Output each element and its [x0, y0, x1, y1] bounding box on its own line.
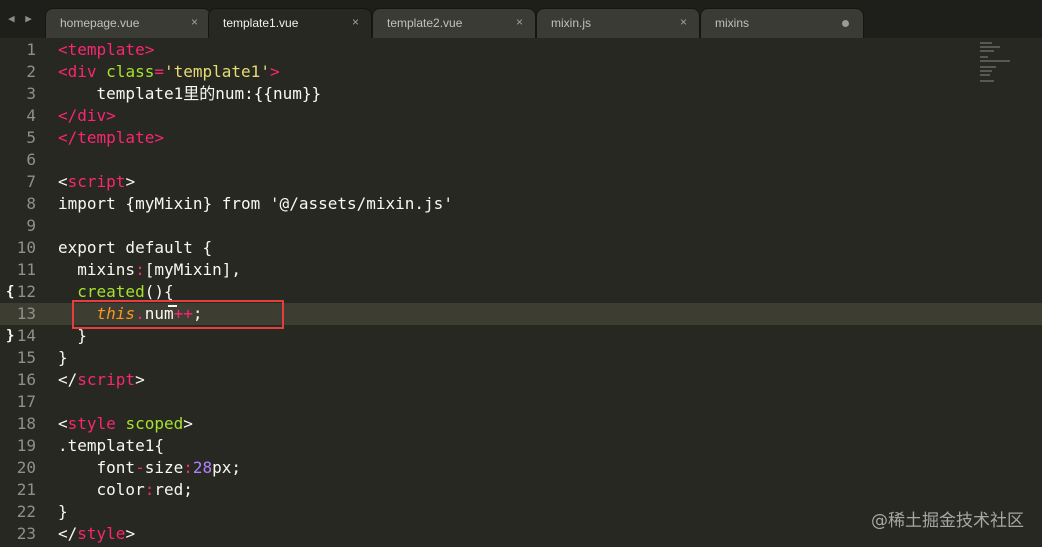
tab-label: mixin.js: [551, 16, 592, 30]
line-number: 8: [26, 194, 36, 213]
line-number: 3: [26, 84, 36, 103]
tab-bar: ◀ ▶ homepage.vue × template1.vue × template2…: [0, 0, 1042, 38]
tab-template1-vue[interactable]: template1.vue ×: [208, 8, 372, 38]
code-line[interactable]: 1 <template>: [0, 39, 1042, 61]
unsaved-dot-icon[interactable]: [842, 20, 849, 27]
close-icon[interactable]: ×: [191, 15, 198, 29]
tab-label: template2.vue: [387, 16, 463, 30]
close-icon[interactable]: ×: [352, 15, 359, 29]
line-number: 22: [16, 502, 36, 521]
code-line[interactable]: 6: [0, 149, 1042, 171]
code-line[interactable]: 17: [0, 391, 1042, 413]
code-line[interactable]: 2 <div class='template1'>: [0, 61, 1042, 83]
code-line[interactable]: 15}: [0, 347, 1042, 369]
code-text: </template>: [58, 128, 164, 147]
line-number: 20: [16, 458, 36, 477]
code-line[interactable]: 5 </template>: [0, 127, 1042, 149]
line-number: 7: [26, 172, 36, 191]
code-text: font-size:28px;: [58, 458, 242, 477]
fold-marker-icon[interactable]: {: [6, 281, 14, 303]
tab-nav-arrows-icon[interactable]: ◀ ▶: [8, 12, 34, 25]
code-text: </script>: [58, 370, 145, 389]
line-number: 9: [26, 216, 36, 235]
code-text: <div class='template1'>: [58, 62, 280, 81]
line-number: 2: [26, 62, 36, 81]
line-number: 1: [26, 40, 36, 59]
tab-mixin-js[interactable]: mixin.js ×: [536, 8, 700, 38]
code-line[interactable]: 9: [0, 215, 1042, 237]
code-line[interactable]: 19 .template1{: [0, 435, 1042, 457]
tab-mixins[interactable]: mixins: [700, 8, 864, 38]
code-line[interactable]: 21 color:red;: [0, 479, 1042, 501]
code-text: }: [58, 502, 68, 521]
line-number: 10: [16, 238, 36, 257]
line-number: 4: [26, 106, 36, 125]
line-number: 5: [26, 128, 36, 147]
code-line[interactable]: 8 import {myMixin} from '@/assets/mixin.j…: [0, 193, 1042, 215]
code-line[interactable]: 18 <style scoped>: [0, 413, 1042, 435]
line-number: 11: [16, 260, 36, 279]
close-icon[interactable]: ×: [516, 15, 523, 29]
tab-label: template1.vue: [223, 16, 299, 30]
code-line[interactable]: 10 export default {: [0, 237, 1042, 259]
watermark: @稀土掘金技术社区: [871, 511, 1024, 531]
line-number: 21: [16, 480, 36, 499]
code-line[interactable]: 11 mixins:[myMixin],: [0, 259, 1042, 281]
line-number: 16: [16, 370, 36, 389]
line-number: 19: [16, 436, 36, 455]
line-number: 15: [16, 348, 36, 367]
line-number: 18: [16, 414, 36, 433]
code-line[interactable]: 16 </script>: [0, 369, 1042, 391]
line-number: 23: [16, 524, 36, 543]
code-text: <style scoped>: [58, 414, 193, 433]
code-text: <script>: [58, 172, 136, 191]
tab-template2-vue[interactable]: template2.vue ×: [372, 8, 536, 38]
code-text: </style>: [58, 524, 136, 543]
code-text: export default {: [58, 238, 213, 257]
code-text: }: [58, 348, 68, 367]
close-icon[interactable]: ×: [680, 15, 687, 29]
code-line[interactable]: 4 </div>: [0, 105, 1042, 127]
text-cursor: [168, 305, 177, 307]
tab-label: mixins: [715, 16, 750, 30]
line-number: 17: [16, 392, 36, 411]
tab-homepage-vue[interactable]: homepage.vue ×: [45, 8, 211, 38]
code-line[interactable]: 20 font-size:28px;: [0, 457, 1042, 479]
code-text: <template>: [58, 40, 155, 59]
minimap[interactable]: [978, 42, 1018, 86]
code-text: </div>: [58, 106, 116, 125]
tab-label: homepage.vue: [60, 16, 140, 30]
code-text: import {myMixin} from '@/assets/mixin.js…: [58, 194, 453, 213]
highlight-box: [72, 300, 284, 329]
fold-marker-icon[interactable]: }: [6, 325, 14, 347]
code-text: mixins:[myMixin],: [58, 260, 242, 279]
code-text: template1里的num:{{num}}: [58, 84, 322, 103]
code-text: .template1{: [58, 436, 164, 455]
code-line[interactable]: 7 <script>: [0, 171, 1042, 193]
line-number: 6: [26, 150, 36, 169]
line-number: 13: [16, 304, 36, 323]
code-line[interactable]: 3 template1里的num:{{num}}: [0, 83, 1042, 105]
code-text: color:red;: [58, 480, 193, 499]
